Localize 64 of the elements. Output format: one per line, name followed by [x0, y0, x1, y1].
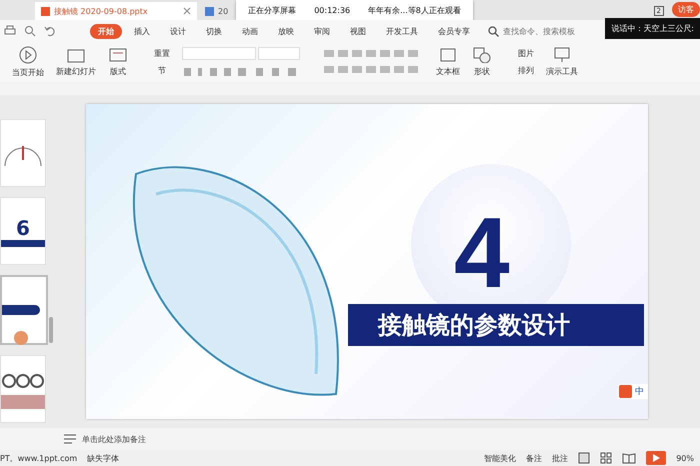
notes-icon [64, 434, 76, 444]
document-tab[interactable]: 接触镜 2020-09-08.pptx [35, 2, 197, 20]
font-size-field[interactable] [258, 46, 300, 60]
menu-tab[interactable]: 设计 [162, 24, 194, 38]
font-name-field[interactable] [182, 46, 256, 60]
notes-placeholder[interactable]: 单击此处添加备注 [82, 434, 146, 444]
search-icon [488, 26, 499, 36]
grid-view-icon[interactable] [600, 452, 612, 464]
viewer-count: 年年有余...等8人正在观看 [368, 4, 461, 16]
arrange-button[interactable]: 排列 [504, 65, 534, 76]
document-tab[interactable]: 20 [199, 2, 234, 20]
book-icon[interactable] [622, 452, 636, 464]
play-icon [19, 46, 37, 64]
play-current-button[interactable]: 当页开始 [12, 46, 44, 78]
layout-button[interactable]: 版式 [108, 47, 128, 77]
slide-thumbnail[interactable] [0, 275, 48, 345]
menu-tab[interactable]: 放映 [270, 24, 302, 38]
menu-tab[interactable]: 会员专享 [430, 24, 478, 38]
zoom-level[interactable]: 90% [676, 454, 694, 462]
missing-fonts-button[interactable]: 缺失字体 [87, 452, 120, 464]
layout-icon [108, 47, 128, 63]
reset-button[interactable]: 重置 [140, 48, 170, 59]
menu-tab[interactable]: 插入 [126, 24, 158, 38]
notes-button[interactable]: 备注 [526, 452, 542, 464]
ime-logo-icon [619, 385, 632, 398]
new-slide-button[interactable]: 新建幻灯片 [56, 47, 96, 77]
slide-icon [66, 47, 86, 63]
close-icon[interactable] [183, 7, 191, 15]
menu-tab[interactable]: 切换 [198, 24, 230, 38]
preview-icon[interactable] [24, 25, 36, 37]
share-timer: 00:12:36 [314, 6, 350, 14]
slide-canvas[interactable]: 4 接触镜的参数设计 中 [86, 104, 648, 419]
share-status: 正在分享屏幕 [248, 4, 296, 16]
ime-mode: 中 [635, 386, 644, 398]
presentation-tools-button[interactable]: 演示工具 [546, 47, 578, 77]
picture-button[interactable]: 图片 [504, 48, 534, 59]
print-icon[interactable] [4, 25, 16, 37]
shape-icon [472, 47, 492, 63]
menu-tab[interactable]: 动画 [234, 24, 266, 38]
play-button-icon[interactable] [646, 451, 666, 465]
text-box-icon [439, 47, 457, 63]
search-field[interactable]: 查找命令、搜索模板 [488, 26, 585, 36]
user-button[interactable]: 访客 [672, 2, 700, 17]
ime-toolbar[interactable]: 中 [618, 384, 648, 399]
slide-thumbnail[interactable] [0, 355, 46, 423]
section-button[interactable]: 节 [140, 65, 170, 76]
slide-thumbnail[interactable]: 6 [0, 197, 46, 265]
shape-button[interactable]: 形状 [472, 47, 492, 77]
source-text: PT。www.1ppt.com [0, 452, 78, 464]
text-box-button[interactable]: 文本框 [436, 47, 460, 77]
menu-tab[interactable]: 审阅 [306, 24, 338, 38]
menu-tab[interactable]: 视图 [342, 24, 374, 38]
comments-button[interactable]: 批注 [552, 452, 568, 464]
undo-icon[interactable] [44, 25, 56, 37]
smart-beautify-button[interactable]: 智能美化 [484, 452, 516, 464]
speaking-tooltip: 说话中：天空上三公尺: [605, 18, 700, 39]
menu-tab[interactable]: 开发工具 [378, 24, 426, 38]
file-icon [205, 6, 214, 16]
slide-title: 接触镜的参数设计 [348, 304, 644, 346]
file-icon [41, 6, 50, 16]
slide-thumbnail[interactable] [0, 119, 46, 187]
monitor-icon [553, 47, 571, 63]
normal-view-icon[interactable] [578, 452, 590, 464]
menu-tab[interactable]: 开始 [90, 24, 122, 38]
